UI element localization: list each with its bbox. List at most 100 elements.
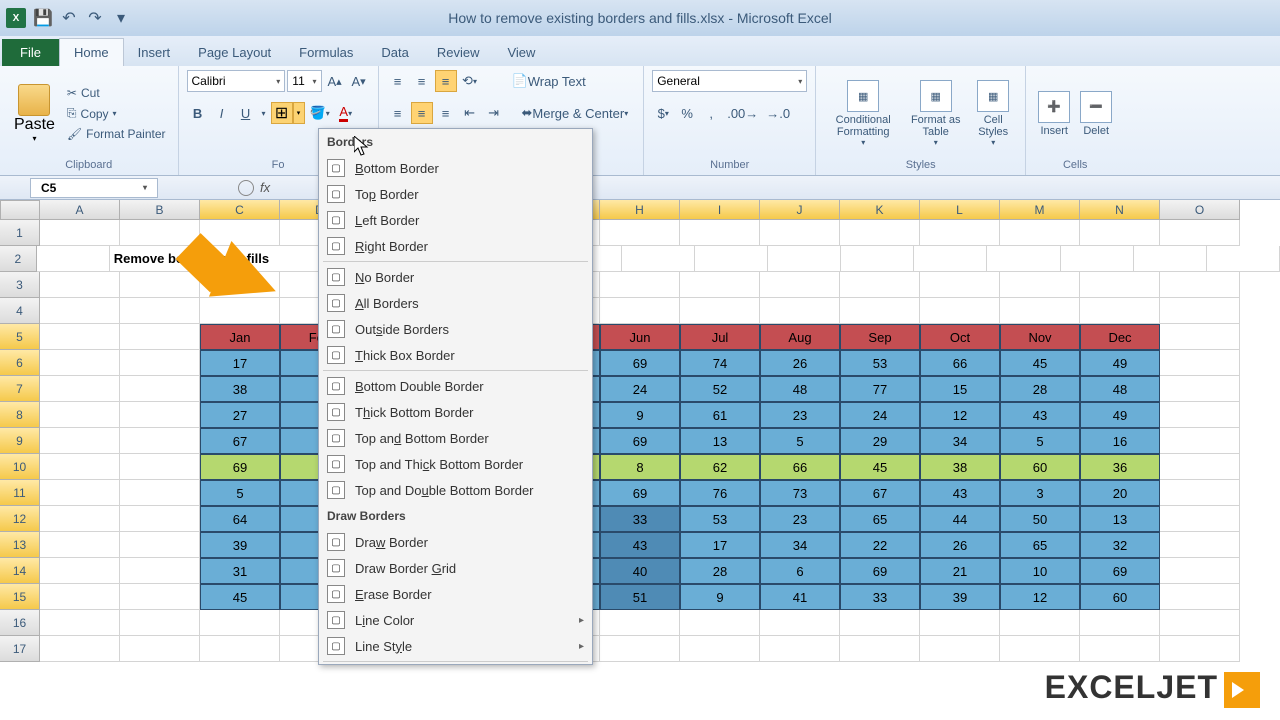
cell[interactable]	[1160, 454, 1240, 480]
menu-item[interactable]: ▢Draw Border Grid	[319, 555, 592, 581]
tab-home[interactable]: Home	[59, 38, 124, 66]
cell[interactable]	[920, 272, 1000, 298]
cell[interactable]: 61	[680, 402, 760, 428]
menu-item[interactable]: ▢Line Style▸	[319, 633, 592, 659]
cell[interactable]	[1160, 610, 1240, 636]
borders-button[interactable]: ⊞ ▾	[271, 102, 305, 124]
cell[interactable]	[120, 454, 200, 480]
cell[interactable]: 67	[200, 428, 280, 454]
cell[interactable]: 12	[920, 402, 1000, 428]
font-size-select[interactable]: 11▾	[287, 70, 321, 92]
underline-dropdown[interactable]: ▾	[259, 102, 269, 124]
cell[interactable]	[680, 610, 760, 636]
cell[interactable]	[840, 610, 920, 636]
cell[interactable]	[920, 298, 1000, 324]
cell[interactable]: 69	[600, 428, 680, 454]
cell[interactable]: 69	[1080, 558, 1160, 584]
cell[interactable]: 33	[600, 506, 680, 532]
cell[interactable]	[760, 272, 840, 298]
cell[interactable]	[1160, 350, 1240, 376]
currency-button[interactable]: $▾	[652, 102, 674, 124]
cell[interactable]: 23	[760, 402, 840, 428]
cell[interactable]	[600, 636, 680, 662]
cell[interactable]: 9	[680, 584, 760, 610]
cell[interactable]: 13	[680, 428, 760, 454]
column-header[interactable]: N	[1080, 200, 1160, 220]
cell[interactable]	[1134, 246, 1207, 272]
cell[interactable]	[840, 636, 920, 662]
cell[interactable]	[120, 610, 200, 636]
cell[interactable]	[120, 480, 200, 506]
menu-item[interactable]: ▢All Borders	[319, 290, 592, 316]
cell[interactable]: 64	[200, 506, 280, 532]
cell[interactable]: 43	[1000, 402, 1080, 428]
cell[interactable]	[1000, 636, 1080, 662]
cell[interactable]: 73	[760, 480, 840, 506]
menu-item[interactable]: ▢Right Border	[319, 233, 592, 259]
cell[interactable]: 3	[1000, 480, 1080, 506]
cell[interactable]: 49	[1080, 350, 1160, 376]
cell[interactable]	[120, 506, 200, 532]
copy-button[interactable]: ⎘Copy ▾	[63, 104, 170, 123]
menu-item[interactable]: ▢Outside Borders	[319, 316, 592, 342]
save-icon[interactable]: 💾	[32, 7, 54, 29]
menu-item[interactable]: ▢Top and Bottom Border	[319, 425, 592, 451]
cell[interactable]	[1160, 480, 1240, 506]
conditional-formatting-button[interactable]: ▦Conditional Formatting▾	[824, 78, 902, 149]
cell[interactable]	[1160, 298, 1240, 324]
cell[interactable]	[1080, 636, 1160, 662]
menu-item[interactable]: ▢Line Color▸	[319, 607, 592, 633]
align-top-button[interactable]: ≡	[387, 70, 409, 92]
cell[interactable]	[40, 584, 120, 610]
qat-dropdown-icon[interactable]: ▾	[110, 7, 132, 29]
fx-insert-icon[interactable]	[238, 180, 254, 196]
row-header[interactable]: 13	[0, 532, 40, 558]
tab-view[interactable]: View	[493, 39, 549, 66]
wrap-text-button[interactable]: 📄 Wrap Text	[505, 70, 593, 92]
cell[interactable]	[760, 298, 840, 324]
tab-review[interactable]: Review	[423, 39, 494, 66]
cell[interactable]	[695, 246, 768, 272]
menu-item[interactable]: ▢No Border	[319, 264, 592, 290]
row-header[interactable]: 17	[0, 636, 40, 662]
insert-button[interactable]: ➕Insert	[1034, 89, 1074, 139]
cell[interactable]: 28	[680, 558, 760, 584]
number-format-select[interactable]: General▾	[652, 70, 807, 92]
redo-icon[interactable]: ↷	[84, 7, 106, 29]
cell[interactable]: 38	[200, 376, 280, 402]
cell[interactable]: 21	[920, 558, 1000, 584]
cell[interactable]: 53	[680, 506, 760, 532]
cell[interactable]: 5	[1000, 428, 1080, 454]
cell[interactable]: 17	[680, 532, 760, 558]
align-right-button[interactable]: ≡	[435, 102, 457, 124]
cell[interactable]: Nov	[1000, 324, 1080, 350]
increase-decimal-button[interactable]: .00→	[724, 102, 761, 124]
tab-insert[interactable]: Insert	[124, 39, 185, 66]
row-header[interactable]: 6	[0, 350, 40, 376]
cell[interactable]	[120, 558, 200, 584]
paste-button[interactable]: Paste ▾	[8, 82, 61, 145]
decrease-font-button[interactable]: A▾	[348, 70, 370, 92]
increase-font-button[interactable]: A▴	[324, 70, 346, 92]
comma-button[interactable]: ,	[700, 102, 722, 124]
cell[interactable]	[1160, 636, 1240, 662]
row-header[interactable]: 16	[0, 610, 40, 636]
cell[interactable]	[1160, 506, 1240, 532]
row-header[interactable]: 15	[0, 584, 40, 610]
cell[interactable]	[120, 428, 200, 454]
cell[interactable]	[120, 220, 200, 246]
cell[interactable]: 5	[200, 480, 280, 506]
cell[interactable]: 45	[1000, 350, 1080, 376]
cell[interactable]	[120, 584, 200, 610]
cell[interactable]: 24	[840, 402, 920, 428]
cell[interactable]	[680, 220, 760, 246]
cell[interactable]	[40, 480, 120, 506]
row-header[interactable]: 11	[0, 480, 40, 506]
cell[interactable]	[1000, 272, 1080, 298]
cell[interactable]	[40, 376, 120, 402]
cell[interactable]	[40, 272, 120, 298]
cell[interactable]	[37, 246, 110, 272]
undo-icon[interactable]: ↶	[58, 7, 80, 29]
cell[interactable]: 45	[200, 584, 280, 610]
cell[interactable]	[40, 506, 120, 532]
